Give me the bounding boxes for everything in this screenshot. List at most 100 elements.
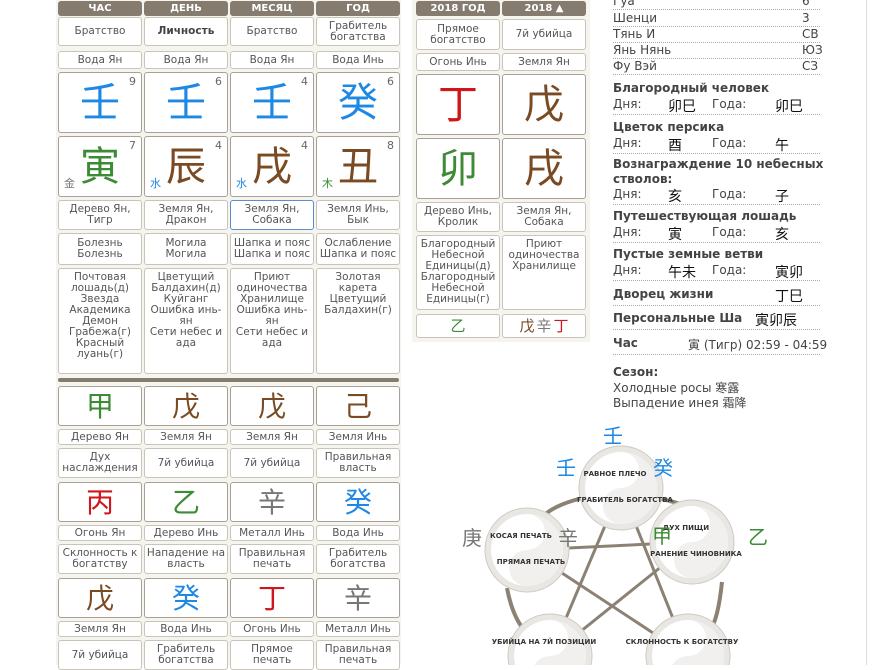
year-heavenly-stem[interactable]: 丁 — [416, 74, 500, 135]
hidden-stem[interactable]: 乙 — [144, 482, 228, 522]
ten-god-label[interactable]: Братство — [230, 17, 314, 46]
hidden-stem-role[interactable]: 7й убийца — [144, 448, 228, 478]
stem-element[interactable]: Вода Ян — [58, 51, 142, 69]
hidden-stem-element[interactable]: Земля Ян — [58, 621, 142, 637]
year-hidden-stems[interactable]: 戊辛丁 — [502, 314, 586, 338]
symbolic-stars[interactable]: Золотая карета Цветущий Балдахин(г) — [316, 268, 400, 374]
hidden-stem[interactable]: 甲 — [58, 386, 142, 426]
hidden-stem-element[interactable]: Вода Инь — [316, 525, 400, 541]
stem-element[interactable]: Вода Ян — [144, 51, 228, 69]
hidden-stem[interactable]: 丙 — [58, 482, 142, 522]
divider — [613, 153, 820, 154]
cycle-node-bottom-label: РАНЕНИЕ ЧИНОВНИКА — [650, 550, 742, 558]
hidden-stem-role[interactable]: 7й убийца — [230, 448, 314, 478]
year-stem-element[interactable]: Земля Ян — [502, 53, 586, 71]
life-palace-title: Дворец жизни — [613, 287, 714, 301]
hidden-stem-element[interactable]: Металл Инь — [230, 525, 314, 541]
stem-element[interactable]: Вода Ян — [230, 51, 314, 69]
heavenly-stem[interactable]: 壬6 — [144, 72, 228, 133]
hidden-stem[interactable]: 癸 — [144, 578, 228, 618]
life-stage[interactable]: Болезнь Болезнь — [58, 233, 142, 265]
hidden-stem-element[interactable]: Дерево Ян — [58, 429, 142, 445]
hidden-stem[interactable]: 辛 — [316, 578, 400, 618]
hidden-stem-role-line: богатства — [158, 654, 214, 666]
hidden-stem-role[interactable]: Правильная печать — [230, 544, 314, 574]
ten-god-label[interactable]: Братство — [58, 17, 142, 46]
earthly-branch[interactable]: 辰4水 — [144, 136, 228, 197]
cycle-stem-char: 壬 — [556, 456, 576, 480]
branch-animal[interactable]: Земля Ян, Собака — [230, 200, 314, 230]
star-title: Вознаграждение 10 небесных — [613, 157, 824, 171]
branch-animal[interactable]: Земля Инь, Бык — [316, 200, 400, 230]
heavenly-stem[interactable]: 壬9 — [58, 72, 142, 133]
hidden-stem-role[interactable]: Грабитель богатства — [316, 544, 400, 574]
hidden-stem-role-line: власть — [339, 462, 377, 474]
year-branch-animal[interactable]: Дерево Инь, Кролик — [416, 202, 500, 232]
life-stage-line: Шапка и пояс — [319, 248, 397, 260]
symbolic-stars[interactable]: Цветущий Балдахин(д) Куйганг Ошибка инь-ян… — [144, 268, 228, 374]
hidden-stem-element[interactable]: Вода Инь — [144, 621, 228, 637]
heavenly-stem[interactable]: 癸6 — [316, 72, 400, 133]
hidden-stem[interactable]: 癸 — [316, 482, 400, 522]
hidden-stem[interactable]: 戊 — [230, 386, 314, 426]
hidden-stem[interactable]: 己 — [316, 386, 400, 426]
branch-animal[interactable]: Земля Ян, Дракон — [144, 200, 228, 230]
hidden-stem-element[interactable]: Огонь Ян — [58, 525, 142, 541]
year-earthly-branch[interactable]: 戌 — [502, 138, 586, 199]
symbolic-stars[interactable]: Почтовая лошадь(д) Звезда Академика Демон … — [58, 268, 142, 374]
year-hidden-stems[interactable]: 乙 — [416, 314, 500, 338]
year-stem-element[interactable]: Огонь Инь — [416, 53, 500, 71]
hidden-stem[interactable]: 戊 — [58, 578, 142, 618]
year-branch-animal[interactable]: Земля Ян, Собака — [502, 202, 586, 232]
ten-god-label[interactable]: Грабитель богатства — [316, 17, 400, 46]
hidden-stem-role[interactable]: Правильная власть — [316, 448, 400, 478]
ten-god-label-text: Братство — [246, 25, 298, 37]
hidden-stem[interactable]: 丁 — [230, 578, 314, 618]
life-stage[interactable]: Шапка и пояс Шапка и пояс — [230, 233, 314, 265]
hidden-stem-element[interactable]: Земля Ян — [230, 429, 314, 445]
year-heavenly-stem[interactable]: 戊 — [502, 74, 586, 135]
year-ten-god[interactable]: 7й убийца — [502, 19, 586, 50]
hidden-stem-role[interactable]: Нападение на власть — [144, 544, 228, 574]
earthly-branch[interactable]: 戌4水 — [230, 136, 314, 197]
ten-god-label[interactable]: Личность — [144, 17, 228, 46]
year-header-0[interactable]: 2018 ГОД — [416, 1, 500, 16]
life-stage-line: Шапка и пояс — [233, 248, 311, 260]
hidden-stem-element[interactable]: Земля Ян — [144, 429, 228, 445]
year-symbolic-stars[interactable]: Приют одиночества Хранилище — [502, 235, 586, 310]
year-header-1[interactable]: 2018 ▲ — [502, 1, 586, 16]
hidden-stem-role[interactable]: Правильная печать — [316, 640, 400, 670]
year-value: 午 — [775, 138, 789, 154]
hidden-stem-role[interactable]: Грабитель богатства — [144, 640, 228, 670]
earthly-branch[interactable]: 丑8木 — [316, 136, 400, 197]
stem-element[interactable]: Вода Инь — [316, 51, 400, 69]
hidden-stem[interactable]: 辛 — [230, 482, 314, 522]
hidden-stem-element[interactable]: Металл Инь — [316, 621, 400, 637]
year-ten-god[interactable]: Прямое богатство — [416, 19, 500, 50]
hidden-stem-role-line: печать — [338, 654, 378, 666]
cycle-node-bottom-label: ГРАБИТЕЛЬ БОГАТСТВА — [577, 496, 674, 504]
earthly-branch[interactable]: 寅7金 — [58, 136, 142, 197]
year-value: 亥 — [775, 227, 789, 243]
hidden-stem-role[interactable]: Прямое печать — [230, 640, 314, 670]
hidden-stem-role[interactable]: 7й убийца — [58, 640, 142, 670]
life-stage[interactable]: Могила Могила — [144, 233, 228, 265]
hidden-stem-role[interactable]: Склонность к богатству — [58, 544, 142, 574]
heavenly-stem[interactable]: 壬4 — [230, 72, 314, 133]
hidden-stem-element[interactable]: Дерево Инь — [144, 525, 228, 541]
divider — [613, 242, 820, 243]
symbolic-stars[interactable]: Приют одиночества Хранилище Ошибка инь-ян С… — [230, 268, 314, 374]
hidden-stem[interactable]: 戊 — [144, 386, 228, 426]
symbolic-stars-line: Сети небес и ада — [235, 326, 309, 349]
hidden-stem-element[interactable]: Земля Инь — [316, 429, 400, 445]
divider — [613, 9, 820, 10]
branch-animal[interactable]: Дерево Ян, Тигр — [58, 200, 142, 230]
hidden-stem-role[interactable]: Дух наслаждения — [58, 448, 142, 478]
hidden-stem-element[interactable]: Огонь Инь — [230, 621, 314, 637]
year-symbolic-stars[interactable]: Благородный Небесной Единицы(д) Благородн… — [416, 235, 500, 310]
life-stage[interactable]: Ослабление Шапка и пояс — [316, 233, 400, 265]
info-label: Гуа — [613, 0, 635, 8]
year-earthly-branch[interactable]: 卯 — [416, 138, 500, 199]
scrollbar[interactable] — [866, 0, 878, 665]
hidden-stem-role-line: 7й убийца — [157, 456, 215, 469]
